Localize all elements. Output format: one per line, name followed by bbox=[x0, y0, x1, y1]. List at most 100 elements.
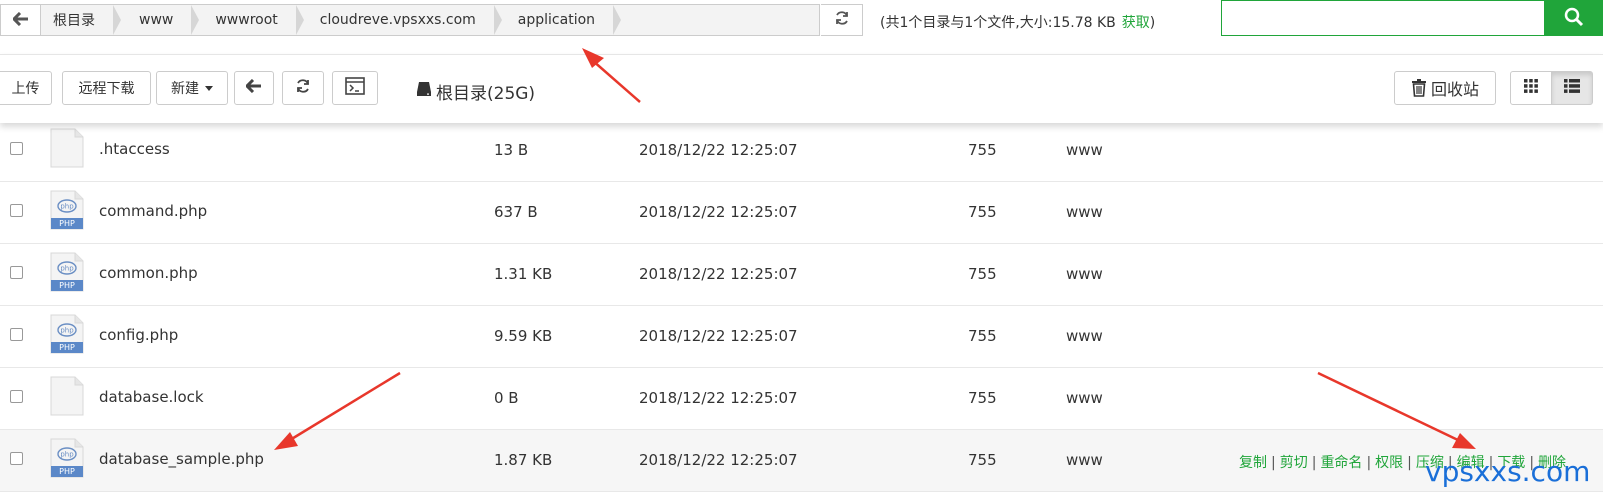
file-owner: www bbox=[1066, 265, 1103, 283]
file-owner: www bbox=[1066, 203, 1103, 221]
file-owner: www bbox=[1066, 141, 1103, 159]
toolbar: 上传 远程下载 新建 根目录(25G) 回收站 bbox=[0, 54, 1603, 123]
file-size: 13 B bbox=[494, 141, 529, 159]
directory-info: (共1个目录与1个文件,大小:15.78 KB 获取) bbox=[880, 12, 1155, 32]
php-badge: PHP bbox=[59, 281, 75, 290]
row-checkbox[interactable] bbox=[10, 328, 23, 341]
arrow-left-icon bbox=[11, 11, 29, 30]
file-modified-time: 2018/12/22 12:25:07 bbox=[639, 451, 798, 469]
refresh-button[interactable] bbox=[282, 71, 324, 105]
row-checkbox[interactable] bbox=[10, 204, 23, 217]
file-row[interactable]: .htaccess 13 B 2018/12/22 12:25:07 755 www bbox=[0, 120, 1603, 182]
file-permission: 755 bbox=[968, 265, 997, 283]
get-size-link[interactable]: 获取 bbox=[1122, 15, 1150, 31]
file-name[interactable]: .htaccess bbox=[99, 140, 170, 158]
php-file-icon: php PHP bbox=[50, 314, 84, 354]
action-separator: | bbox=[1407, 455, 1412, 471]
file-row[interactable]: php PHP config.php 9.59 KB 2018/12/22 12:25:… bbox=[0, 306, 1603, 368]
breadcrumb-application[interactable]: application bbox=[496, 5, 622, 35]
file-modified-time: 2018/12/22 12:25:07 bbox=[639, 203, 798, 221]
terminal-button[interactable] bbox=[332, 71, 378, 105]
row-checkbox[interactable] bbox=[10, 142, 23, 155]
list-view-button[interactable] bbox=[1551, 71, 1593, 105]
action-rename-link[interactable]: 重命名 bbox=[1320, 455, 1362, 471]
file-permission: 755 bbox=[968, 451, 997, 469]
php-badge: PHP bbox=[59, 219, 75, 228]
recycle-bin-button[interactable]: 回收站 bbox=[1394, 71, 1496, 105]
action-cut-link[interactable]: 剪切 bbox=[1280, 455, 1308, 471]
file-row[interactable]: database.lock 0 B 2018/12/22 12:25:07 755 ww… bbox=[0, 368, 1603, 430]
search-input[interactable] bbox=[1221, 0, 1545, 36]
grid-view-icon bbox=[1524, 79, 1538, 97]
disk-selector[interactable]: 根目录(25G) bbox=[416, 79, 535, 104]
file-modified-time: 2018/12/22 12:25:07 bbox=[639, 389, 798, 407]
file-row[interactable]: php PHP command.php 637 B 2018/12/22 12:25:0… bbox=[0, 182, 1603, 244]
file-modified-time: 2018/12/22 12:25:07 bbox=[639, 141, 798, 159]
trash-icon bbox=[1411, 79, 1427, 97]
row-checkbox[interactable] bbox=[10, 390, 23, 403]
breadcrumb-root[interactable]: 根目录 bbox=[41, 5, 121, 35]
file-list: .htaccess 13 B 2018/12/22 12:25:07 755 www ph… bbox=[0, 120, 1603, 492]
file-permission: 755 bbox=[968, 141, 997, 159]
php-badge: PHP bbox=[59, 467, 75, 476]
path-bar: 根目录 www wwwroot cloudreve.vpsxxs.com app… bbox=[0, 0, 1603, 42]
terminal-icon bbox=[345, 77, 365, 99]
back-button[interactable] bbox=[1, 5, 41, 35]
svg-text:php: php bbox=[60, 327, 74, 335]
upload-button[interactable]: 上传 bbox=[0, 71, 52, 105]
file-name[interactable]: command.php bbox=[99, 202, 207, 220]
file-row[interactable]: php PHP database_sample.php 1.87 KB 2018/12/… bbox=[0, 430, 1603, 492]
new-label: 新建 bbox=[171, 81, 199, 97]
refresh-icon bbox=[834, 10, 850, 30]
action-copy-link[interactable]: 复制 bbox=[1239, 455, 1267, 471]
action-separator: | bbox=[1271, 455, 1276, 471]
recycle-bin-label: 回收站 bbox=[1430, 80, 1479, 99]
action-separator: | bbox=[1366, 455, 1372, 471]
new-dropdown-button[interactable]: 新建 bbox=[156, 71, 228, 105]
breadcrumb-www[interactable]: www bbox=[115, 5, 200, 35]
file-permission: 755 bbox=[968, 389, 997, 407]
php-badge: PHP bbox=[59, 343, 75, 352]
row-checkbox[interactable] bbox=[10, 266, 23, 279]
file-size: 9.59 KB bbox=[494, 327, 553, 345]
file-name[interactable]: config.php bbox=[99, 326, 178, 344]
refresh-icon bbox=[295, 78, 311, 98]
php-file-icon: php PHP bbox=[50, 438, 84, 478]
search-icon bbox=[1564, 7, 1584, 30]
file-row[interactable]: php PHP common.php 1.31 KB 2018/12/22 12:25:… bbox=[0, 244, 1603, 306]
file-name[interactable]: database_sample.php bbox=[99, 450, 264, 468]
svg-text:php: php bbox=[60, 265, 74, 273]
action-permission-link[interactable]: 权限 bbox=[1375, 455, 1403, 471]
file-size: 1.87 KB bbox=[494, 451, 553, 469]
remote-download-button[interactable]: 远程下载 bbox=[62, 71, 151, 105]
arrow-left-icon bbox=[244, 78, 262, 97]
list-view-icon bbox=[1564, 79, 1580, 97]
file-size: 1.31 KB bbox=[494, 265, 553, 283]
file-modified-time: 2018/12/22 12:25:07 bbox=[639, 327, 798, 345]
file-size: 637 B bbox=[494, 203, 538, 221]
file-owner: www bbox=[1066, 389, 1103, 407]
file-modified-time: 2018/12/22 12:25:07 bbox=[639, 265, 798, 283]
file-icon bbox=[50, 128, 84, 168]
search-button[interactable] bbox=[1545, 0, 1603, 36]
file-icon bbox=[50, 376, 84, 416]
directory-info-text: (共1个目录与1个文件,大小:15.78 KB bbox=[880, 15, 1116, 31]
directory-info-close: ) bbox=[1149, 15, 1156, 31]
file-owner: www bbox=[1066, 327, 1103, 345]
grid-view-button[interactable] bbox=[1510, 71, 1552, 105]
svg-text:php: php bbox=[60, 203, 74, 211]
breadcrumb-wwwroot[interactable]: wwwroot bbox=[193, 5, 305, 35]
svg-text:php: php bbox=[60, 451, 74, 459]
refresh-path-button[interactable] bbox=[821, 4, 863, 36]
file-owner: www bbox=[1066, 451, 1103, 469]
action-separator: | bbox=[1311, 455, 1317, 471]
row-checkbox[interactable] bbox=[10, 452, 23, 465]
hard-drive-icon bbox=[416, 81, 432, 102]
breadcrumb-site[interactable]: cloudreve.vpsxxs.com bbox=[298, 5, 502, 35]
file-name[interactable]: common.php bbox=[99, 264, 198, 282]
watermark: vpsxxs.com bbox=[1425, 455, 1591, 488]
file-permission: 755 bbox=[968, 327, 997, 345]
file-permission: 755 bbox=[968, 203, 997, 221]
go-back-button[interactable] bbox=[234, 71, 274, 105]
file-name[interactable]: database.lock bbox=[99, 388, 204, 406]
